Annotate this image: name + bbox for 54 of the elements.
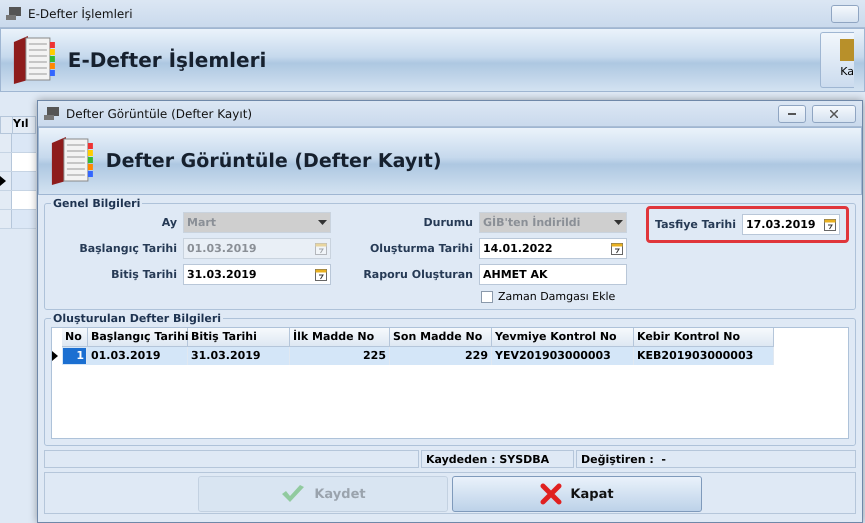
table-cell: 01.03.2019 (88, 347, 188, 365)
folder-icon (840, 39, 854, 61)
computer-icon (6, 6, 22, 20)
checkmark-icon (280, 484, 306, 504)
field-label: Ay (162, 216, 177, 229)
column-header: İlk Madde No (290, 328, 390, 347)
table-cell: 225 (290, 347, 390, 365)
field-label: Başlangıç Tarihi (79, 242, 177, 255)
calendar-icon[interactable] (824, 218, 836, 231)
header-title: Defter Görüntüle (Defter Kayıt) (106, 150, 442, 172)
column-header: Bitiş Tarihi (188, 328, 290, 347)
date-field[interactable]: 17.03.2019 (742, 214, 840, 235)
close-button[interactable] (812, 104, 856, 122)
field-label: Raporu Oluşturan (363, 268, 473, 281)
current-row-icon (52, 351, 58, 361)
column-header: Yevmiye Kontrol No (492, 328, 634, 347)
date-field[interactable]: 14.01.2022 (479, 238, 627, 259)
field-label: Tasfiye Tarihi (655, 218, 736, 231)
table-cell: 1 (63, 348, 87, 364)
minimize-icon (788, 112, 796, 114)
calendar-icon[interactable] (611, 242, 623, 255)
close-button[interactable]: Kapat (452, 476, 702, 512)
computer-icon (44, 106, 60, 120)
minimize-button[interactable] (778, 104, 806, 122)
field-label: Oluşturma Tarihi (370, 242, 473, 255)
date-field[interactable]: 31.03.2019 (183, 264, 331, 285)
column-header: Yıl (13, 117, 30, 132)
status-text: Değiştiren : - (576, 450, 856, 468)
close-icon (830, 110, 838, 118)
book-icon (49, 135, 96, 187)
column-header: Kebir Kontrol No (634, 328, 774, 347)
section-title: Oluşturulan Defter Bilgileri (52, 312, 222, 325)
toolbar-button[interactable]: Ka (820, 32, 854, 88)
dialog-title: Defter Görüntüle (Defter Kayıt) (66, 106, 252, 120)
table-row[interactable]: 1 01.03.2019 31.03.2019 225 229 YEV201903000003 KEB201903000003 (62, 347, 774, 365)
input-field[interactable]: AHMET AK (479, 264, 627, 285)
field-label: Bitiş Tarihi (111, 268, 177, 281)
column-header: Başlangıç Tarihi (88, 328, 188, 347)
status-text: Kaydeden : SYSDBA (421, 450, 574, 468)
column-header: Son Madde No (390, 328, 492, 347)
column-header: No (62, 328, 88, 347)
section-title: Genel Bilgileri (52, 197, 142, 210)
table-cell: YEV201903000003 (492, 347, 634, 365)
header-title: E-Defter İşlemleri (68, 48, 266, 72)
table-cell: 229 (390, 347, 492, 365)
book-icon (11, 34, 58, 86)
table-cell: 31.03.2019 (188, 347, 290, 365)
timestamp-checkbox[interactable]: Zaman Damgası Ekle (331, 290, 627, 303)
field-label: Durumu (423, 216, 473, 229)
close-icon (540, 483, 562, 505)
window-title: E-Defter İşlemleri (28, 6, 133, 20)
current-row-icon (0, 176, 6, 186)
table-cell: KEB201903000003 (634, 347, 774, 365)
calendar-icon[interactable] (315, 268, 327, 281)
